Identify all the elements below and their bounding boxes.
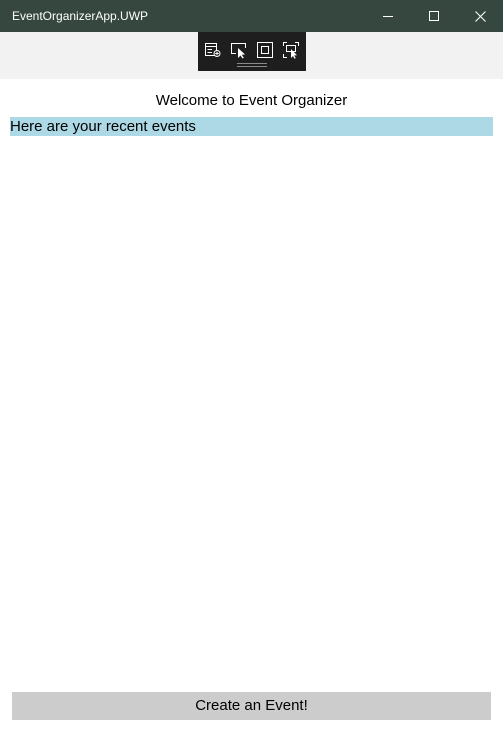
maximize-button[interactable]: [411, 0, 457, 32]
window-title: EventOrganizerApp.UWP: [12, 9, 149, 23]
recent-events-label: Here are your recent events: [10, 117, 493, 136]
live-visual-tree-icon: [205, 43, 221, 57]
app-window: EventOrganizerApp.UWP Welcome to Event O…: [0, 0, 503, 732]
display-layout-adorners-icon: [257, 42, 273, 58]
in-app-dev-toolbar: [198, 32, 306, 71]
toolbar-grip[interactable]: [237, 63, 267, 67]
minimize-button[interactable]: [365, 0, 411, 32]
create-event-button[interactable]: Create an Event!: [12, 692, 491, 720]
display-layout-adorners-button[interactable]: [255, 40, 275, 60]
title-bar[interactable]: EventOrganizerApp.UWP: [0, 0, 503, 32]
close-icon: [474, 10, 486, 22]
live-visual-tree-button[interactable]: [203, 40, 223, 60]
minimize-icon: [383, 16, 393, 17]
maximize-icon: [429, 11, 439, 21]
welcome-heading: Welcome to Event Organizer: [155, 92, 348, 109]
track-focused-element-button[interactable]: [281, 40, 301, 60]
select-element-icon: [231, 43, 246, 59]
track-focused-element-icon: [283, 42, 299, 59]
close-button[interactable]: [457, 0, 503, 32]
select-element-button[interactable]: [229, 40, 249, 60]
